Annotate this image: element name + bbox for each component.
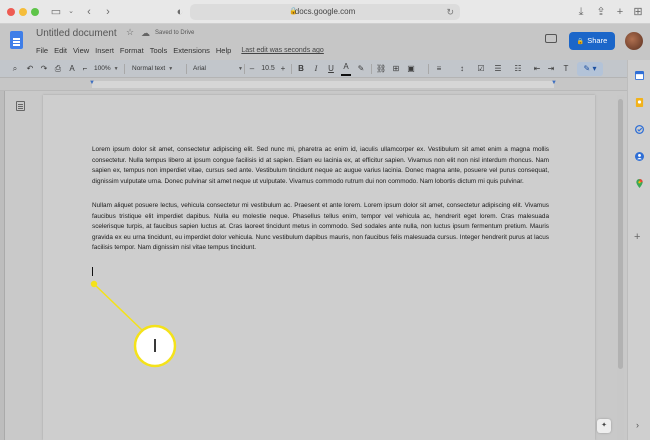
- lock-icon: 🔒: [576, 39, 585, 45]
- left-indent-marker[interactable]: ▼: [89, 80, 95, 86]
- line-spacing-icon[interactable]: ↕: [457, 60, 467, 78]
- calendar-icon[interactable]: [635, 71, 644, 80]
- chevron-down-icon[interactable]: ⌄: [64, 4, 78, 20]
- ruler-text-area: [92, 81, 554, 88]
- decrease-font-size-button[interactable]: –: [248, 60, 256, 78]
- bold-button[interactable]: B: [296, 60, 306, 78]
- undo-icon[interactable]: ↶: [25, 60, 35, 78]
- link-icon[interactable]: ⛓: [376, 60, 386, 78]
- menu-file[interactable]: File: [36, 45, 48, 56]
- document-title[interactable]: Untitled document: [36, 28, 117, 39]
- chevron-right-icon[interactable]: ›: [636, 420, 639, 430]
- cloud-icon[interactable]: ☁: [141, 28, 150, 39]
- menu-format[interactable]: Format: [120, 45, 144, 56]
- new-tab-icon[interactable]: +: [613, 4, 627, 20]
- menu-insert[interactable]: Insert: [95, 45, 114, 56]
- tab-overview-icon[interactable]: ⊞: [631, 4, 645, 20]
- fullscreen-window-button[interactable]: [31, 8, 39, 16]
- menu-bar: File Edit View Insert Format Tools Exten…: [36, 45, 324, 56]
- menu-tools[interactable]: Tools: [150, 45, 168, 56]
- editing-mode-button[interactable]: ✎ ▾: [577, 62, 603, 76]
- minimize-window-button[interactable]: [19, 8, 27, 16]
- horizontal-ruler: ▼ ▼: [0, 78, 627, 91]
- menu-edit[interactable]: Edit: [54, 45, 67, 56]
- star-icon[interactable]: ☆: [126, 27, 134, 38]
- underline-button[interactable]: U: [326, 60, 336, 78]
- document-paragraph[interactable]: Lorem ipsum dolor sit amet, consectetur …: [92, 145, 549, 187]
- font-size-input[interactable]: 10.5: [259, 60, 277, 78]
- docs-logo-icon[interactable]: [10, 31, 23, 49]
- zoom-select[interactable]: 100% ▼: [94, 60, 119, 78]
- download-icon[interactable]: ⤓: [574, 4, 588, 20]
- align-icon[interactable]: ≡: [433, 60, 445, 78]
- close-window-button[interactable]: [7, 8, 15, 16]
- text-cursor: [92, 267, 93, 276]
- right-indent-marker[interactable]: ▼: [551, 80, 557, 86]
- contacts-icon[interactable]: [635, 152, 644, 161]
- add-icon[interactable]: +: [634, 232, 640, 243]
- insert-image-icon[interactable]: ▣: [405, 60, 417, 78]
- search-menus-icon[interactable]: ⌕: [10, 60, 20, 78]
- clear-formatting-icon[interactable]: T: [561, 60, 571, 78]
- keep-icon[interactable]: [635, 98, 644, 107]
- bulleted-list-icon[interactable]: ☰: [493, 60, 503, 78]
- back-icon[interactable]: ‹: [82, 4, 96, 20]
- document-scrollbar[interactable]: [617, 95, 624, 440]
- formatting-toolbar: ⌕ ↶ ↷ ⎙ A ⌐ 100% ▼ Normal text ▼ Arial ▼ – …: [0, 60, 627, 78]
- docs-header: Untitled document ☆ ☁ Saved to Drive Fil…: [0, 24, 650, 60]
- callout-label: I: [152, 336, 158, 356]
- explore-icon[interactable]: ✦: [597, 419, 611, 433]
- browser-toolbar: ▭ ⌄ ‹ › ◐ 🔒 docs.google.com ↻ ⤓ ⇪ + ⊞: [0, 0, 650, 24]
- style-select[interactable]: Normal text ▼: [132, 60, 173, 78]
- checklist-icon[interactable]: ☑: [476, 60, 486, 78]
- scroll-thumb[interactable]: [618, 99, 623, 369]
- shield-icon[interactable]: ◐: [173, 4, 187, 20]
- document-paragraph[interactable]: Nullam aliquet posuere lectus, vehicula …: [92, 201, 549, 254]
- menu-help[interactable]: Help: [216, 45, 231, 56]
- share-icon[interactable]: ⇪: [594, 4, 608, 20]
- avatar[interactable]: [625, 32, 643, 50]
- url-text: docs.google.com: [294, 7, 356, 16]
- increase-font-size-button[interactable]: +: [279, 60, 287, 78]
- tasks-icon[interactable]: [635, 125, 644, 134]
- comment-history-icon[interactable]: [545, 34, 557, 43]
- menu-extensions[interactable]: Extensions: [173, 45, 210, 56]
- sidebar-icon[interactable]: ▭: [49, 4, 63, 20]
- font-select[interactable]: Arial ▼: [193, 60, 243, 78]
- highlight-icon[interactable]: ✎: [356, 60, 366, 78]
- saved-status: Saved to Drive: [155, 30, 195, 36]
- redo-icon[interactable]: ↷: [39, 60, 49, 78]
- add-comment-icon[interactable]: ⊞: [391, 60, 401, 78]
- document-outline-icon[interactable]: [16, 101, 25, 111]
- italic-button[interactable]: I: [311, 60, 321, 78]
- last-edit-link[interactable]: Last edit was seconds ago: [241, 45, 324, 56]
- share-label: Share: [587, 36, 608, 45]
- side-panel: + ›: [627, 60, 650, 440]
- reload-icon[interactable]: ↻: [446, 4, 454, 20]
- menu-view[interactable]: View: [73, 45, 89, 56]
- forward-icon[interactable]: ›: [101, 4, 115, 20]
- increase-indent-icon[interactable]: ⇥: [546, 60, 556, 78]
- share-button[interactable]: 🔒 Share: [569, 32, 615, 50]
- address-bar[interactable]: 🔒 docs.google.com ↻: [190, 4, 460, 20]
- decrease-indent-icon[interactable]: ⇤: [532, 60, 542, 78]
- paint-format-icon[interactable]: ⌐: [80, 60, 90, 78]
- spellcheck-icon[interactable]: A: [67, 60, 77, 78]
- text-color-button[interactable]: A: [341, 60, 351, 76]
- maps-icon[interactable]: [635, 179, 644, 188]
- print-icon[interactable]: ⎙: [53, 60, 63, 78]
- vertical-ruler: [0, 91, 5, 440]
- numbered-list-icon[interactable]: ☷: [513, 60, 523, 78]
